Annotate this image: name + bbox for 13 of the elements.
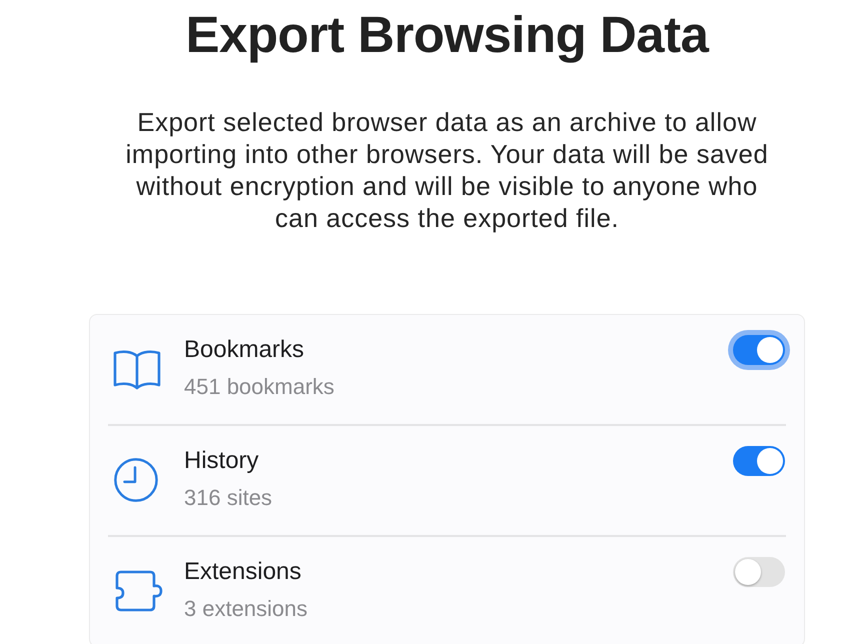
description-text: Export selected browser data as an archive to allow importing into other browsers. Your data will be saved without encryption and will be visible to anyone who can access the exported file. <box>124 106 770 234</box>
toggle-switch[interactable] <box>733 446 785 476</box>
option-count: 316 sites <box>184 484 272 512</box>
puzzle-piece-icon <box>113 570 163 612</box>
clock-icon <box>113 456 159 502</box>
toggle-switch[interactable] <box>733 557 785 587</box>
option-count: 3 extensions <box>184 595 308 623</box>
option-title: Bookmarks <box>184 335 304 365</box>
page-title: Export Browsing Data <box>186 9 708 61</box>
open-book-icon <box>113 348 161 390</box>
option-count: 451 bookmarks <box>184 373 334 401</box>
option-title: Extensions <box>184 557 302 587</box>
option-title: History <box>184 446 259 476</box>
